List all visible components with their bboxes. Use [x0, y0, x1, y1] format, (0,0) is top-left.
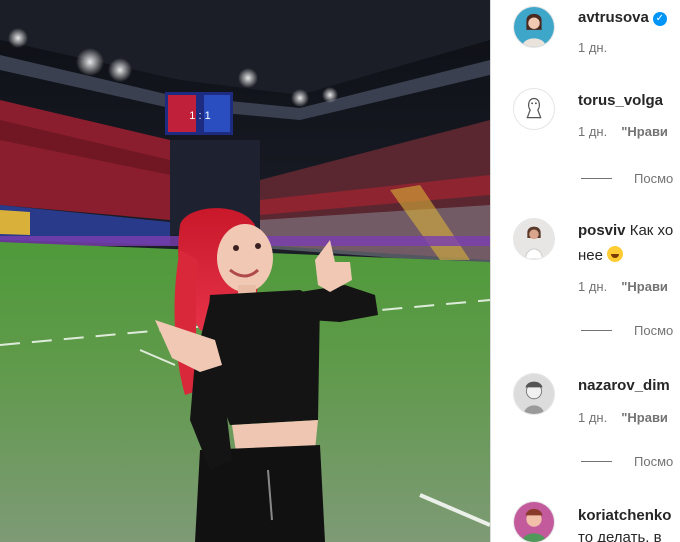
comment-username[interactable]: posviv: [578, 222, 626, 239]
view-replies-button[interactable]: Посмо: [581, 323, 673, 338]
verified-badge-icon: ✓: [652, 12, 667, 26]
comment-time[interactable]: 1 дн.: [578, 40, 607, 55]
comment-username[interactable]: torus_volga: [578, 92, 663, 109]
stadium-photo: 1 : 1: [0, 0, 490, 542]
comment-time[interactable]: 1 дн.: [578, 124, 607, 139]
view-replies-label: Посмо: [634, 323, 674, 338]
comment-text-line2: нее: [578, 247, 603, 264]
comment-time[interactable]: 1 дн.: [578, 279, 607, 294]
view-replies-label: Посмо: [634, 171, 674, 186]
like-count-link[interactable]: "Нрави: [621, 410, 668, 425]
avatar[interactable]: [513, 6, 555, 48]
comments-panel[interactable]: avtrusova ✓ 1 дн. torus_volga 1 дн. "Нрави…: [491, 0, 680, 542]
comment-text-line2: то делать, в: [578, 529, 662, 542]
comment-username[interactable]: koriatchenko: [578, 507, 671, 524]
laughing-emoji-icon: [607, 246, 624, 262]
replies-dash: [581, 178, 612, 179]
like-count-link[interactable]: "Нрави: [621, 124, 668, 139]
avatar[interactable]: [513, 88, 555, 130]
replies-dash: [581, 330, 612, 331]
scoreboard-text: 1 : 1: [189, 110, 210, 122]
comment-username[interactable]: avtrusova: [578, 9, 649, 26]
comment-username[interactable]: nazarov_dim: [578, 377, 670, 394]
avatar[interactable]: [513, 501, 555, 542]
comment-text: Как хо: [629, 222, 674, 239]
like-count-link[interactable]: "Нрави: [621, 279, 668, 294]
comment-time[interactable]: 1 дн.: [578, 410, 607, 425]
replies-dash: [581, 461, 612, 462]
post-media[interactable]: 1 : 1: [0, 0, 490, 542]
avatar[interactable]: [513, 373, 555, 415]
avatar[interactable]: [513, 218, 555, 260]
view-replies-button[interactable]: Посмо: [581, 454, 673, 469]
view-replies-button[interactable]: Посмо: [581, 171, 673, 186]
view-replies-label: Посмо: [634, 454, 674, 469]
